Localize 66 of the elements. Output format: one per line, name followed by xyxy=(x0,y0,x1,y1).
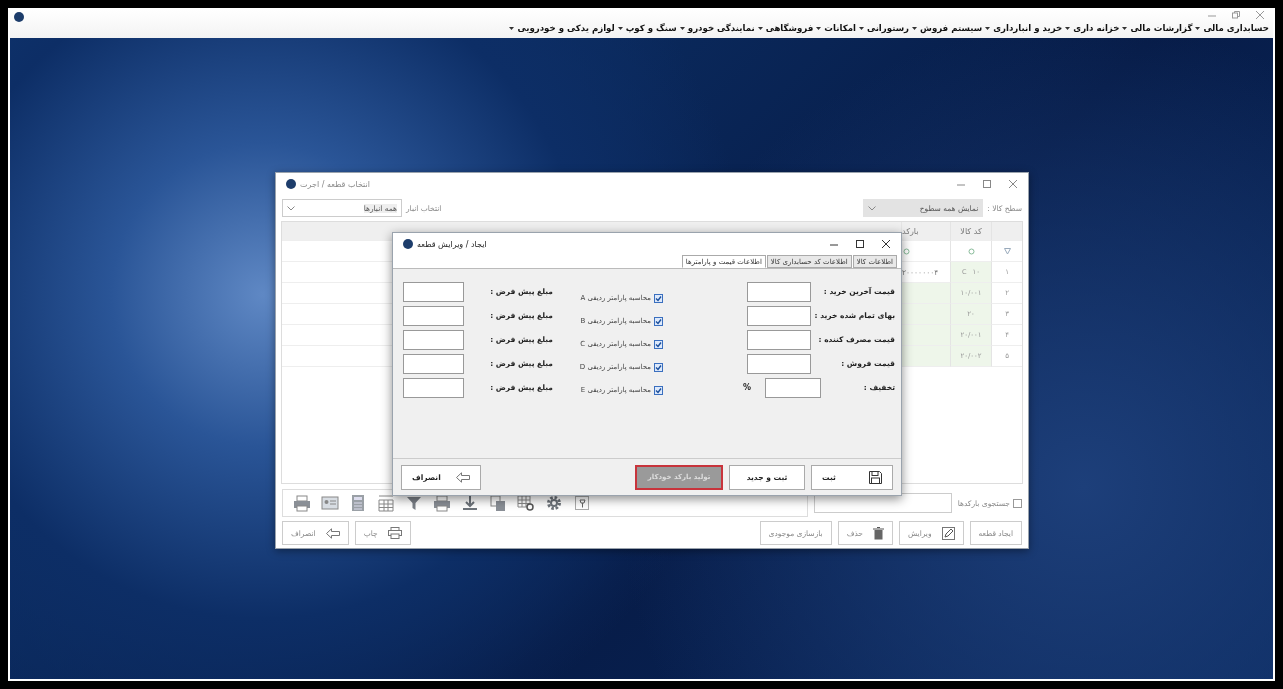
menu-item[interactable]: لوازم یدکی و خودرویی xyxy=(517,23,615,33)
menu-item[interactable]: امکانات xyxy=(824,23,856,33)
checkbox[interactable] xyxy=(1013,498,1022,508)
caret-icon xyxy=(757,25,763,31)
caret-icon xyxy=(816,25,822,31)
caret-icon xyxy=(985,25,991,31)
filter-field[interactable] xyxy=(575,496,589,510)
app-logo-icon xyxy=(14,12,24,22)
dialog-title: ایجاد / ویرایش قطعه xyxy=(417,239,487,249)
menu-item[interactable]: خرید و انبارداری xyxy=(993,23,1063,33)
back-arrow-icon xyxy=(325,527,340,539)
input-field[interactable] xyxy=(765,377,822,398)
restore-icon[interactable] xyxy=(1231,10,1241,20)
caret-icon xyxy=(1065,25,1071,31)
printer-icon[interactable] xyxy=(293,494,311,512)
caret-icon xyxy=(1122,25,1128,31)
pin-icon xyxy=(578,498,586,508)
column-header[interactable]: کد کالا xyxy=(950,222,991,241)
printer-icon[interactable] xyxy=(433,494,451,512)
input-field[interactable] xyxy=(747,353,811,374)
copy-icon[interactable] xyxy=(489,494,507,512)
checkbox[interactable] xyxy=(654,339,663,349)
menu-item[interactable]: فروشگاهی xyxy=(765,23,814,33)
input-field[interactable] xyxy=(403,377,465,398)
table-search-icon[interactable] xyxy=(517,494,535,512)
checkbox[interactable] xyxy=(654,316,663,326)
input-field[interactable] xyxy=(403,305,465,326)
caret-icon xyxy=(679,25,685,31)
caret-icon xyxy=(617,25,623,31)
input-field[interactable] xyxy=(747,305,811,326)
trash-icon xyxy=(873,526,884,540)
input-field[interactable] xyxy=(403,329,465,350)
checkbox[interactable] xyxy=(654,362,663,372)
checkbox[interactable] xyxy=(654,293,663,303)
percent-sign: % xyxy=(743,383,751,392)
maximize-icon[interactable] xyxy=(855,239,865,249)
caret-icon xyxy=(509,25,515,31)
menu-item[interactable]: گزارشات مالی xyxy=(1130,23,1193,33)
caret-icon xyxy=(287,205,295,211)
menu-item[interactable]: خزانه داری xyxy=(1073,23,1120,33)
close-icon[interactable] xyxy=(881,239,891,249)
menu-item[interactable]: رستورانی xyxy=(866,23,910,33)
caret-icon xyxy=(858,25,864,31)
settings-icon[interactable] xyxy=(545,494,563,512)
menu-item[interactable]: نمایندگی خودرو xyxy=(687,23,755,33)
app-logo-icon xyxy=(286,179,296,189)
checkbox[interactable] xyxy=(654,385,663,395)
app-logo-icon xyxy=(403,239,413,249)
columns-icon[interactable] xyxy=(377,494,395,512)
menu-item[interactable]: حسابداری مالی xyxy=(1203,23,1269,33)
caret-icon xyxy=(912,25,918,31)
calculator-icon[interactable] xyxy=(349,494,367,512)
menu-item[interactable]: سنگ و کوپ xyxy=(625,23,677,33)
caret-icon xyxy=(1195,25,1201,31)
download-icon[interactable] xyxy=(461,494,479,512)
pencil-icon xyxy=(941,526,955,540)
input-field[interactable] xyxy=(403,281,465,302)
id-card-icon[interactable] xyxy=(321,494,339,512)
input-field[interactable] xyxy=(747,281,811,302)
window-title: انتخاب قطعه / اجرت xyxy=(300,179,370,189)
caret-icon xyxy=(868,205,877,211)
input-field[interactable] xyxy=(403,353,465,374)
menu-item[interactable]: سیستم فروش xyxy=(920,23,983,33)
back-arrow-icon xyxy=(456,471,470,483)
input-field[interactable] xyxy=(747,329,811,350)
printer-icon xyxy=(387,527,402,539)
